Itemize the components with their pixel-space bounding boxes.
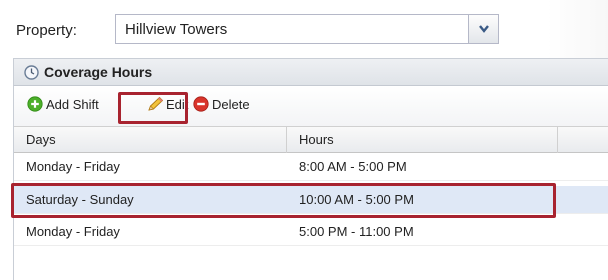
property-select[interactable]: Hillview Towers: [115, 14, 499, 44]
delete-label: Delete: [212, 97, 250, 112]
column-divider: [557, 127, 558, 153]
cell-hours: 5:00 PM - 11:00 PM: [299, 224, 414, 239]
delete-icon: [193, 96, 209, 112]
add-icon: [27, 96, 43, 112]
grid-header: Days Hours: [14, 126, 608, 153]
add-shift-label: Add Shift: [46, 97, 99, 112]
table-row[interactable]: Monday - Friday 5:00 PM - 11:00 PM: [14, 218, 608, 246]
clock-icon: [24, 65, 39, 80]
coverage-panel-title: Coverage Hours: [44, 64, 153, 80]
delete-button[interactable]: Delete: [193, 95, 273, 115]
cell-days: Monday - Friday: [26, 159, 120, 174]
cell-days: Monday - Friday: [26, 224, 120, 239]
coverage-toolbar: Add Shift Edit Delete: [13, 86, 608, 126]
column-header-days[interactable]: Days: [26, 132, 56, 147]
property-dropdown-trigger[interactable]: [468, 15, 498, 43]
column-divider: [286, 127, 287, 153]
selected-row-highlight: [11, 183, 556, 218]
property-select-value: Hillview Towers: [125, 21, 228, 38]
coverage-panel-header: Coverage Hours: [13, 58, 608, 86]
column-header-hours[interactable]: Hours: [299, 132, 334, 147]
cell-hours: 8:00 AM - 5:00 PM: [299, 159, 407, 174]
property-label: Property:: [16, 22, 77, 39]
table-row[interactable]: Monday - Friday 8:00 AM - 5:00 PM: [14, 153, 608, 181]
chevron-down-icon: [479, 25, 489, 33]
edit-button-highlight: [118, 92, 188, 124]
